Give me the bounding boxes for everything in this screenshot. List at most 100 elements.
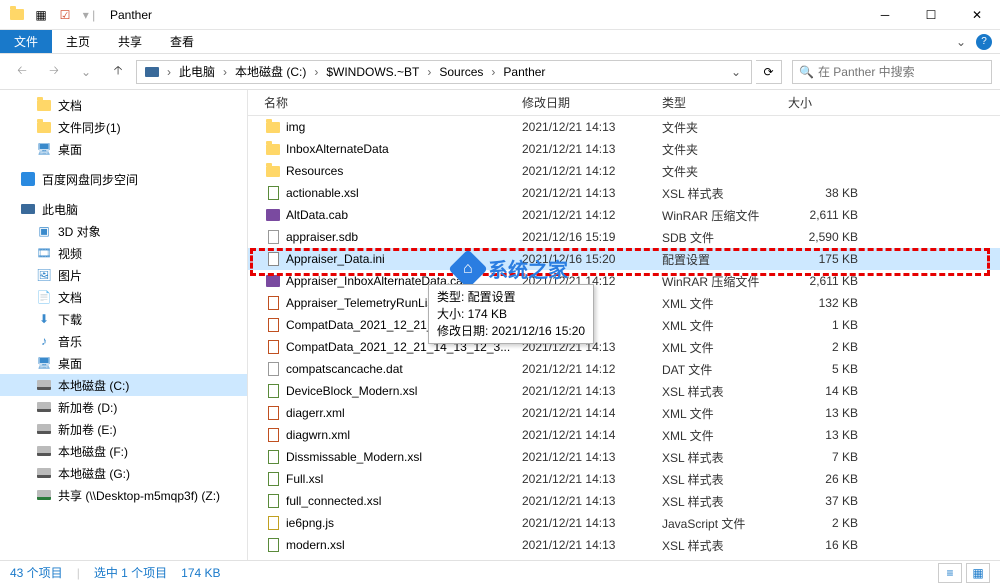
sidebar-item[interactable]: 🎞视频 <box>0 242 247 264</box>
sidebar-item-label: 共享 (\\Desktop-m5mqp3f) (Z:) <box>58 487 220 504</box>
sidebar-item[interactable]: 🖥桌面 <box>0 138 247 160</box>
breadcrumb-item[interactable]: Sources <box>435 61 487 83</box>
xsl-icon <box>264 185 282 201</box>
pic-icon: 🖼 <box>36 267 52 283</box>
ribbon-tab-home[interactable]: 主页 <box>52 30 104 53</box>
sidebar-item[interactable]: ⬇下载 <box>0 308 247 330</box>
file-row[interactable]: diagerr.xml2021/12/21 14:14XML 文件13 KB <box>248 402 1000 424</box>
download-icon: ⬇ <box>36 311 52 327</box>
ribbon-tab-share[interactable]: 共享 <box>104 30 156 53</box>
file-row[interactable]: full_connected.xsl2021/12/21 14:13XSL 样式… <box>248 490 1000 512</box>
file-row[interactable]: Dissmissable_Modern.xsl2021/12/21 14:13X… <box>248 446 1000 468</box>
minimize-button[interactable]: ─ <box>862 0 908 30</box>
breadcrumb[interactable]: › 此电脑 › 本地磁盘 (C:) › $WINDOWS.~BT › Sourc… <box>136 60 752 84</box>
file-row[interactable]: Appraiser_TelemetryRunList.xmlXML 文件132 … <box>248 292 1000 314</box>
sidebar-item[interactable]: 📄文档 <box>0 286 247 308</box>
sidebar-item[interactable]: 百度网盘同步空间 <box>0 168 247 190</box>
file-date: 2021/12/21 14:12 <box>522 362 662 376</box>
file-date: 2021/12/21 14:12 <box>522 164 662 178</box>
refresh-button[interactable]: ⟳ <box>756 60 782 84</box>
3d-icon: ▣ <box>36 223 52 239</box>
file-row[interactable]: InboxAlternateData2021/12/21 14:13文件夹 <box>248 138 1000 160</box>
sidebar-item-label: 文件同步(1) <box>58 119 121 136</box>
breadcrumb-dropdown[interactable]: ⌄ <box>725 65 747 79</box>
forward-button[interactable]: 🡢 <box>40 58 68 86</box>
breadcrumb-item[interactable]: 此电脑 <box>175 61 219 83</box>
sidebar-item[interactable]: 文档 <box>0 94 247 116</box>
sidebar-item[interactable]: 文件同步(1) <box>0 116 247 138</box>
file-name: img <box>286 120 522 134</box>
col-header-type[interactable]: 类型 <box>662 94 788 111</box>
file-row[interactable]: CompatData_2021_12_21_14_13_12_3...2021/… <box>248 336 1000 358</box>
back-button[interactable]: 🡠 <box>8 58 36 86</box>
file-date: 2021/12/21 14:13 <box>522 142 662 156</box>
sidebar-item[interactable]: 本地磁盘 (C:) <box>0 374 247 396</box>
ribbon-tab-view[interactable]: 查看 <box>156 30 208 53</box>
file-row[interactable]: compatscancache.dat2021/12/21 14:12DAT 文… <box>248 358 1000 380</box>
breadcrumb-item[interactable]: 本地磁盘 (C:) <box>231 61 310 83</box>
view-icons-button[interactable]: ▦ <box>966 563 990 583</box>
sidebar-item[interactable]: 本地磁盘 (G:) <box>0 462 247 484</box>
sidebar-item[interactable]: 共享 (\\Desktop-m5mqp3f) (Z:) <box>0 484 247 506</box>
file-row[interactable]: ie6png.js2021/12/21 14:13JavaScript 文件2 … <box>248 512 1000 534</box>
file-row[interactable]: Appraiser_InboxAlternateData.cab2021/12/… <box>248 270 1000 292</box>
file-name: InboxAlternateData <box>286 142 522 156</box>
view-details-button[interactable]: ≡ <box>938 563 962 583</box>
sidebar-item[interactable]: ♪音乐 <box>0 330 247 352</box>
file-date: 2021/12/21 14:13 <box>522 384 662 398</box>
file-row[interactable]: diagwrn.xml2021/12/21 14:14XML 文件13 KB <box>248 424 1000 446</box>
file-row[interactable]: Full.xsl2021/12/21 14:13XSL 样式表26 KB <box>248 468 1000 490</box>
file-row[interactable]: Resources2021/12/21 14:12文件夹 <box>248 160 1000 182</box>
sidebar-item[interactable]: ▣3D 对象 <box>0 220 247 242</box>
sidebar-item[interactable]: 本地磁盘 (F:) <box>0 440 247 462</box>
file-row[interactable]: DeviceBlock_Modern.xsl2021/12/21 14:13XS… <box>248 380 1000 402</box>
sidebar-item[interactable]: 🖥桌面 <box>0 352 247 374</box>
file-size: 175 KB <box>788 252 858 266</box>
help-icon[interactable]: ? <box>976 34 992 50</box>
file-row[interactable]: Appraiser_Data.ini2021/12/16 15:20配置设置17… <box>248 248 1000 270</box>
qat-properties-icon[interactable]: ▦ <box>30 4 52 26</box>
column-headers: 名称 修改日期 类型 大小 <box>248 90 1000 116</box>
file-row[interactable]: CompatData_2021_12_21_14_13_08...XML 文件1… <box>248 314 1000 336</box>
file-type: XSL 样式表 <box>662 185 788 202</box>
breadcrumb-root-icon[interactable] <box>141 61 163 83</box>
disk-icon <box>36 443 52 459</box>
recent-dropdown[interactable]: ⌄ <box>72 58 100 86</box>
col-header-size[interactable]: 大小 <box>788 94 878 111</box>
sidebar-item[interactable]: 新加卷 (D:) <box>0 396 247 418</box>
col-header-date[interactable]: 修改日期 <box>522 94 662 111</box>
ribbon-tab-file[interactable]: 文件 <box>0 30 52 53</box>
xml-icon <box>264 295 282 311</box>
file-row[interactable]: AltData.cab2021/12/21 14:12WinRAR 压缩文件2,… <box>248 204 1000 226</box>
sidebar[interactable]: 文档文件同步(1) 🖥桌面 百度网盘同步空间 此电脑 ▣3D 对象🎞视频🖼图片📄文… <box>0 90 248 560</box>
file-date: 2021/12/16 15:20 <box>522 252 662 266</box>
file-name: modern.xsl <box>286 538 522 552</box>
tooltip-line: 修改日期: 2021/12/16 15:20 <box>437 323 585 340</box>
search-box[interactable]: 🔍 <box>792 60 992 84</box>
col-header-name[interactable]: 名称 <box>264 94 522 111</box>
folder-icon <box>36 97 52 113</box>
sidebar-this-pc[interactable]: 此电脑 <box>0 198 247 220</box>
breadcrumb-item[interactable]: $WINDOWS.~BT <box>322 61 423 83</box>
sidebar-item-label: 本地磁盘 (F:) <box>58 443 128 460</box>
file-row[interactable]: modern.xsl2021/12/21 14:13XSL 样式表16 KB <box>248 534 1000 556</box>
up-button[interactable]: 🡡 <box>104 58 132 86</box>
file-row[interactable]: img2021/12/21 14:13文件夹 <box>248 116 1000 138</box>
sidebar-item[interactable]: 🖼图片 <box>0 264 247 286</box>
xsl-icon <box>264 383 282 399</box>
sidebar-item[interactable]: 新加卷 (E:) <box>0 418 247 440</box>
file-date: 2021/12/21 14:14 <box>522 428 662 442</box>
addressbar: 🡠 🡢 ⌄ 🡡 › 此电脑 › 本地磁盘 (C:) › $WINDOWS.~BT… <box>0 54 1000 90</box>
maximize-button[interactable]: ☐ <box>908 0 954 30</box>
file-type: XML 文件 <box>662 339 788 356</box>
close-button[interactable]: ✕ <box>954 0 1000 30</box>
search-input[interactable] <box>818 65 985 79</box>
file-row[interactable]: actionable.xsl2021/12/21 14:13XSL 样式表38 … <box>248 182 1000 204</box>
file-row[interactable]: appraiser.sdb2021/12/16 15:19SDB 文件2,590… <box>248 226 1000 248</box>
xml-icon <box>264 339 282 355</box>
qat-checkbox-icon[interactable]: ☑ <box>54 4 76 26</box>
ribbon-expand-icon[interactable]: ⌄ <box>956 35 966 49</box>
breadcrumb-item[interactable]: Panther <box>499 61 549 83</box>
cab-icon <box>264 273 282 289</box>
sidebar-item-label: 新加卷 (D:) <box>58 399 117 416</box>
